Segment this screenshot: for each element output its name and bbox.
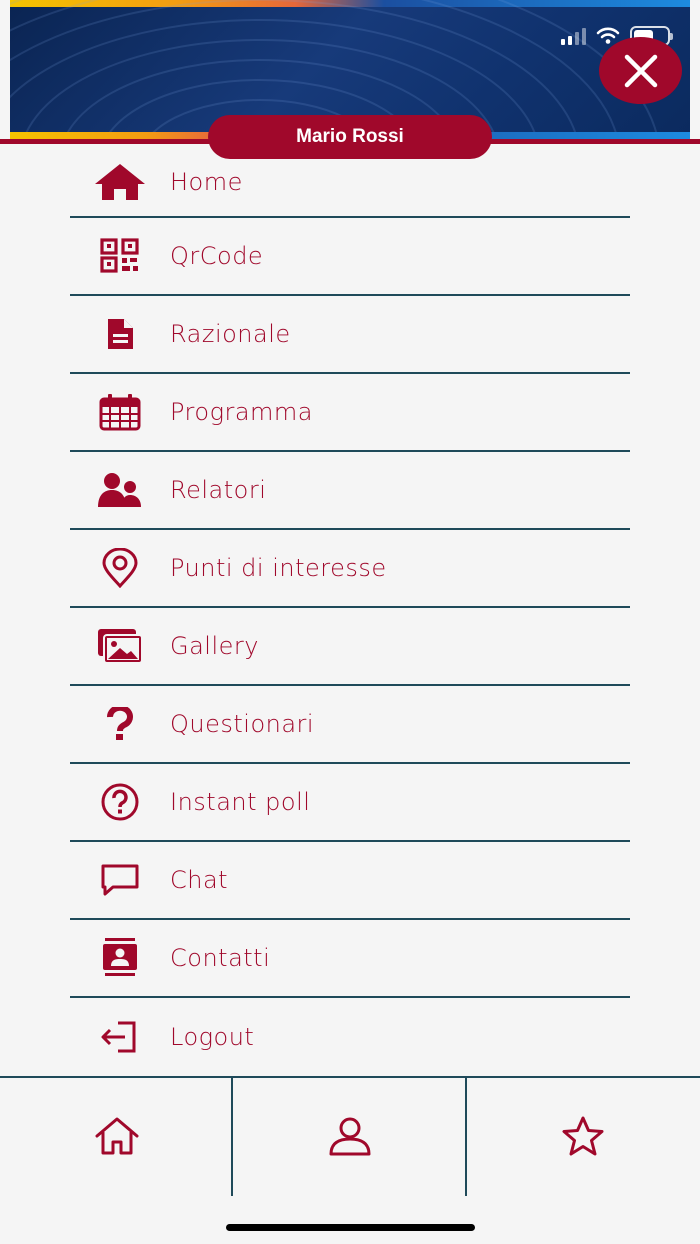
logout-icon bbox=[101, 1021, 136, 1053]
menu-item-punti-di-interesse[interactable]: Punti di interesse bbox=[70, 530, 630, 608]
side-menu: Home QrCode Razionale Programma Relatori… bbox=[70, 148, 630, 1076]
tab-favorites[interactable] bbox=[467, 1078, 700, 1194]
chat-icon bbox=[101, 864, 139, 896]
document-icon bbox=[108, 319, 133, 349]
contacts-icon bbox=[103, 938, 137, 976]
menu-item-programma[interactable]: Programma bbox=[70, 374, 630, 452]
menu-item-label: Razionale bbox=[170, 320, 291, 348]
bottom-tab-bar bbox=[0, 1076, 700, 1196]
menu-item-home[interactable]: Home bbox=[70, 148, 630, 218]
menu-item-instant-poll[interactable]: Instant poll bbox=[70, 764, 630, 842]
gallery-icon bbox=[98, 629, 143, 664]
cellular-signal-icon bbox=[561, 27, 586, 45]
menu-item-label: QrCode bbox=[170, 242, 264, 270]
speakers-icon bbox=[98, 473, 141, 507]
menu-item-gallery[interactable]: Gallery bbox=[70, 608, 630, 686]
home-indicator bbox=[226, 1224, 475, 1231]
menu-item-logout[interactable]: Logout bbox=[70, 998, 630, 1076]
menu-item-razionale[interactable]: Razionale bbox=[70, 296, 630, 374]
menu-item-chat[interactable]: Chat bbox=[70, 842, 630, 920]
menu-item-label: Instant poll bbox=[170, 788, 311, 816]
user-name: Mario Rossi bbox=[296, 126, 404, 147]
question-circle-icon bbox=[101, 783, 139, 821]
menu-item-label: Programma bbox=[170, 398, 314, 426]
menu-item-label: Chat bbox=[170, 866, 229, 894]
qrcode-icon bbox=[100, 238, 139, 273]
location-pin-icon bbox=[102, 548, 138, 588]
menu-item-qrcode[interactable]: QrCode bbox=[70, 218, 630, 296]
menu-item-label: Gallery bbox=[170, 632, 259, 660]
menu-item-questionari[interactable]: Questionari bbox=[70, 686, 630, 764]
menu-item-contatti[interactable]: Contatti bbox=[70, 920, 630, 998]
menu-item-label: Punti di interesse bbox=[170, 554, 387, 582]
menu-item-label: Logout bbox=[170, 1023, 255, 1051]
calendar-icon bbox=[99, 394, 141, 431]
menu-item-label: Contatti bbox=[170, 944, 271, 972]
tab-home[interactable] bbox=[0, 1078, 234, 1196]
close-icon bbox=[624, 54, 657, 87]
close-menu-button[interactable] bbox=[599, 37, 682, 104]
menu-item-label: Questionari bbox=[170, 710, 315, 738]
question-mark-icon bbox=[107, 707, 133, 740]
menu-item-label: Relatori bbox=[170, 476, 267, 504]
home-outline-icon bbox=[95, 1117, 139, 1155]
menu-item-relatori[interactable]: Relatori bbox=[70, 452, 630, 530]
home-icon bbox=[95, 164, 145, 200]
profile-icon bbox=[329, 1117, 371, 1156]
menu-item-label: Home bbox=[170, 168, 243, 196]
star-icon bbox=[562, 1116, 604, 1156]
tab-profile[interactable] bbox=[233, 1078, 467, 1196]
